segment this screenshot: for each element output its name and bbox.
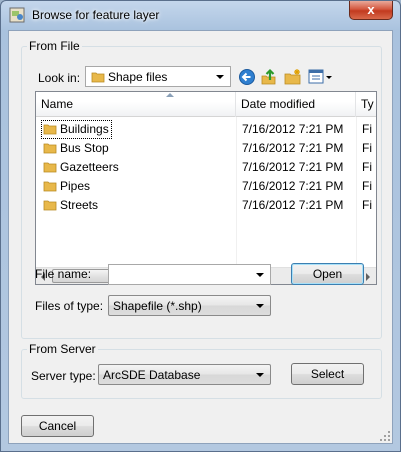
folder-icon xyxy=(43,143,57,154)
list-item[interactable]: Pipes 7/16/2012 7:21 PM Fi xyxy=(36,177,376,196)
list-header: Name Date modified Ty xyxy=(36,92,376,117)
file-date: 7/16/2012 7:21 PM xyxy=(242,160,344,174)
column-header-type[interactable]: Ty xyxy=(356,92,376,117)
from-server-label: From Server xyxy=(27,342,98,356)
look-in-label: Look in: xyxy=(38,71,81,85)
column-header-date-modified[interactable]: Date modified xyxy=(236,92,356,117)
window-title: Browse for feature layer xyxy=(32,8,160,22)
list-item[interactable]: Bus Stop 7/16/2012 7:21 PM Fi xyxy=(36,139,376,158)
list-item[interactable]: Gazetteers 7/16/2012 7:21 PM Fi xyxy=(36,158,376,177)
file-name: Buildings xyxy=(60,122,109,136)
cancel-button[interactable]: Cancel xyxy=(21,415,94,437)
server-type-label: Server type: xyxy=(31,369,96,383)
file-type: Fi xyxy=(362,122,372,136)
file-name-input[interactable] xyxy=(108,264,271,285)
file-type: Fi xyxy=(362,198,372,212)
app-icon xyxy=(9,7,25,23)
chevron-down-icon xyxy=(256,373,264,377)
back-icon[interactable] xyxy=(238,68,256,86)
folder-icon xyxy=(43,162,57,173)
file-name: Pipes xyxy=(60,179,91,193)
server-type-dropdown[interactable]: ArcSDE Database xyxy=(98,364,271,385)
dialog-body: From File Look in: Shape files Name Date… xyxy=(8,30,393,444)
resize-grip-icon[interactable] xyxy=(379,430,391,442)
file-name: Streets xyxy=(60,198,99,212)
file-date: 7/16/2012 7:21 PM xyxy=(242,179,344,193)
file-name: Bus Stop xyxy=(60,141,109,155)
folder-icon xyxy=(91,72,105,83)
up-folder-icon[interactable] xyxy=(260,68,278,86)
chevron-down-icon xyxy=(256,304,264,308)
file-type: Fi xyxy=(362,160,372,174)
file-type: Fi xyxy=(362,179,372,193)
chevron-down-icon xyxy=(256,273,264,277)
folder-icon xyxy=(43,181,57,192)
files-of-type-dropdown[interactable]: Shapefile (*.shp) xyxy=(108,295,271,316)
dialog-window: Browse for feature layer x From File Loo… xyxy=(0,0,401,452)
files-of-type-label: Files of type: xyxy=(35,299,104,313)
view-menu-icon[interactable] xyxy=(308,68,334,86)
files-of-type-value: Shapefile (*.shp) xyxy=(113,299,202,313)
select-button[interactable]: Select xyxy=(291,363,364,385)
server-type-value: ArcSDE Database xyxy=(103,368,201,382)
from-file-label: From File xyxy=(27,39,82,53)
chevron-down-icon xyxy=(216,75,224,79)
look-in-value: Shape files xyxy=(108,70,168,84)
file-name: Gazetteers xyxy=(60,160,119,174)
file-type: Fi xyxy=(362,141,372,155)
scroll-right-icon[interactable] xyxy=(366,273,370,281)
list-item[interactable]: Streets 7/16/2012 7:21 PM Fi xyxy=(36,196,376,215)
file-date: 7/16/2012 7:21 PM xyxy=(242,122,344,136)
file-date: 7/16/2012 7:21 PM xyxy=(242,198,344,212)
list-item[interactable]: Buildings 7/16/2012 7:21 PM Fi xyxy=(36,120,376,139)
file-list[interactable]: Name Date modified Ty Buildings 7/16/201… xyxy=(35,91,377,285)
look-in-dropdown[interactable]: Shape files xyxy=(85,66,231,87)
close-button[interactable]: x xyxy=(349,1,393,20)
file-name-label: File name: xyxy=(35,267,92,281)
title-bar[interactable]: Browse for feature layer x xyxy=(1,1,400,29)
open-button[interactable]: Open xyxy=(291,263,364,285)
column-header-name[interactable]: Name xyxy=(36,92,236,117)
new-folder-icon[interactable] xyxy=(284,68,302,86)
folder-icon xyxy=(43,200,57,211)
file-date: 7/16/2012 7:21 PM xyxy=(242,141,344,155)
